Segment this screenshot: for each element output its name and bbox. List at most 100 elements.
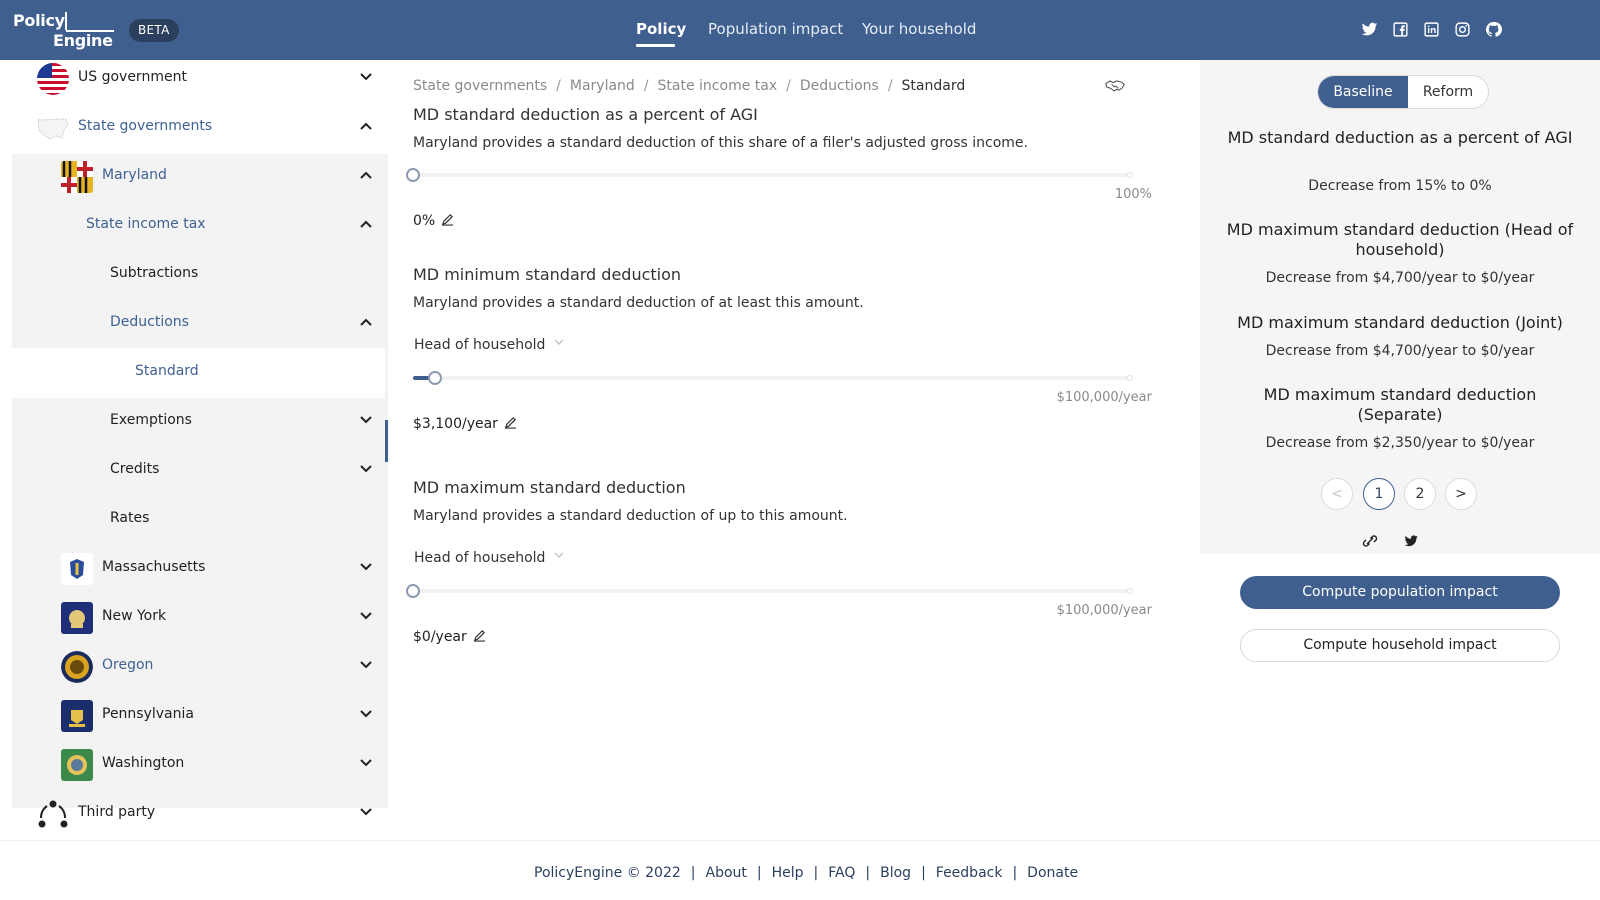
sidebar-item-label: State governments [78, 118, 213, 134]
chevron-down-icon [360, 416, 372, 424]
slider-handle[interactable] [428, 371, 442, 385]
slider-handle[interactable] [406, 584, 420, 598]
param-title: MD maximum standard deduction [413, 478, 686, 497]
baseline-button[interactable]: Baseline [1318, 76, 1408, 108]
filing-status-select[interactable]: Head of household [414, 550, 564, 566]
sidebar-item-label: Maryland [102, 167, 167, 183]
param-title: MD minimum standard deduction [413, 265, 682, 284]
breadcrumb-item[interactable]: Maryland [570, 78, 635, 94]
param-value-text: $3,100/year [413, 416, 498, 432]
sidebar-item-rates[interactable]: Rates [12, 495, 388, 545]
breadcrumb-current: Standard [901, 78, 966, 94]
param-description: Maryland provides a standard deduction o… [413, 508, 848, 524]
chevron-down-icon [360, 612, 372, 620]
sidebar-item-third-party[interactable]: Third party [12, 789, 388, 839]
sidebar-item-us-government[interactable]: US government [12, 60, 388, 104]
slider-max-label: 100% [1114, 187, 1152, 202]
param-description: Maryland provides a standard deduction o… [413, 295, 864, 311]
sidebar-item-label: New York [102, 608, 167, 624]
sidebar-item-label: Washington [102, 755, 185, 771]
sidebar-item-new-york[interactable]: New York [12, 593, 388, 643]
sidebar-item-massachusetts[interactable]: Massachusetts [12, 544, 388, 594]
compute-population-impact-button[interactable]: Compute population impact [1240, 576, 1560, 609]
footer-link-help[interactable]: Help [772, 865, 804, 881]
breadcrumb-item[interactable]: State governments [413, 78, 547, 94]
tab-population-impact[interactable]: Population impact [708, 20, 843, 38]
sidebar-item-label: Exemptions [110, 412, 192, 428]
change-title: MD standard deduction as a percent of AG… [1227, 128, 1573, 147]
compute-household-impact-button[interactable]: Compute household impact [1240, 629, 1560, 662]
copy-link-icon[interactable] [1348, 524, 1392, 558]
edit-pencil-icon[interactable] [504, 416, 517, 429]
handshake-icon[interactable] [1105, 78, 1125, 94]
param-value[interactable]: 0% [413, 213, 454, 229]
facebook-icon[interactable] [1392, 21, 1409, 38]
footer-link-feedback[interactable]: Feedback [936, 865, 1003, 881]
change-title: MD maximum standard deduction (Joint) [1237, 313, 1563, 332]
param-slider[interactable] [413, 371, 1133, 385]
sidebar-item-washington[interactable]: Washington [12, 740, 388, 790]
param-value[interactable]: $3,100/year [413, 416, 517, 432]
pagination-page-2[interactable]: 2 [1404, 478, 1436, 510]
change-description: Decrease from $2,350/year to $0/year [1265, 435, 1535, 451]
slider-end-dot [1127, 588, 1133, 594]
param-description: Maryland provides a standard deduction o… [413, 135, 1028, 151]
sidebar-item-label: Deductions [110, 314, 189, 330]
active-tab-indicator [636, 44, 675, 47]
oregon-flag-icon [61, 651, 93, 683]
sidebar-item-deductions[interactable]: Deductions [12, 299, 388, 349]
instagram-icon[interactable] [1454, 21, 1471, 38]
pagination-next-button[interactable]: > [1445, 478, 1477, 510]
footer-links: PolicyEngine © 2022 | About | Help | FAQ | Blog |… [534, 865, 1079, 881]
sidebar-item-oregon[interactable]: Oregon [12, 642, 388, 692]
sidebar-item-pennsylvania[interactable]: Pennsylvania [12, 691, 388, 741]
pagination-page-1[interactable]: 1 [1363, 478, 1395, 510]
reform-button[interactable]: Reform [1408, 76, 1488, 108]
chevron-down-icon [360, 563, 372, 571]
param-value[interactable]: $0/year [413, 629, 486, 645]
edit-pencil-icon[interactable] [473, 629, 486, 642]
chevron-down-icon [360, 808, 372, 816]
param-slider[interactable] [406, 584, 1133, 598]
sidebar-item-label: US government [78, 69, 187, 85]
breadcrumb-item[interactable]: State income tax [658, 78, 778, 94]
parameter-editor: State governments / Maryland / State income … [388, 60, 1200, 840]
footer-link-blog[interactable]: Blog [880, 865, 911, 881]
policyengine-logo[interactable]: Policy Engine [13, 11, 114, 51]
tab-policy[interactable]: Policy [636, 20, 686, 38]
param-slider[interactable] [406, 168, 1133, 182]
footer-link-about[interactable]: About [706, 865, 747, 881]
sidebar-item-label: Credits [110, 461, 160, 477]
sidebar-item-maryland[interactable]: Maryland [12, 152, 388, 202]
sidebar-item-subtractions[interactable]: Subtractions [12, 250, 388, 300]
github-icon[interactable] [1485, 21, 1502, 38]
sidebar-item-label: Third party [78, 804, 156, 820]
slider-handle[interactable] [406, 168, 420, 182]
sidebar-item-exemptions[interactable]: Exemptions [12, 397, 388, 447]
sidebar-item-credits[interactable]: Credits [12, 446, 388, 496]
third-party-icon [38, 800, 68, 828]
sidebar-item-state-income-tax[interactable]: State income tax [12, 201, 388, 251]
param-value-text: $0/year [413, 629, 467, 645]
breadcrumb: State governments / Maryland / State income … [413, 78, 966, 94]
filing-status-select[interactable]: Head of household [414, 337, 564, 353]
footer-link-donate[interactable]: Donate [1027, 865, 1078, 881]
breadcrumb-item[interactable]: Deductions [800, 78, 879, 94]
footer-copyright: PolicyEngine © 2022 [534, 865, 681, 881]
sidebar-item-state-governments[interactable]: State governments [12, 103, 388, 153]
sidebar-item-label: Oregon [102, 657, 154, 673]
share-twitter-icon[interactable] [1389, 524, 1433, 558]
edit-pencil-icon[interactable] [441, 213, 454, 226]
massachusetts-flag-icon [61, 553, 93, 585]
twitter-icon[interactable] [1361, 21, 1378, 38]
chevron-down-icon [360, 759, 372, 767]
linkedin-icon[interactable] [1423, 21, 1440, 38]
tab-your-household[interactable]: Your household [862, 20, 976, 38]
chevron-up-icon [360, 122, 372, 130]
logo-text-policy: Policy [13, 11, 65, 30]
footer-link-faq[interactable]: FAQ [828, 865, 855, 881]
sidebar-item-standard[interactable]: Standard [12, 348, 385, 398]
pagination-prev-button[interactable]: < [1321, 478, 1353, 510]
sidebar-item-label: Massachusetts [102, 559, 206, 575]
slider-max-label: $100,000/year [1056, 390, 1152, 405]
